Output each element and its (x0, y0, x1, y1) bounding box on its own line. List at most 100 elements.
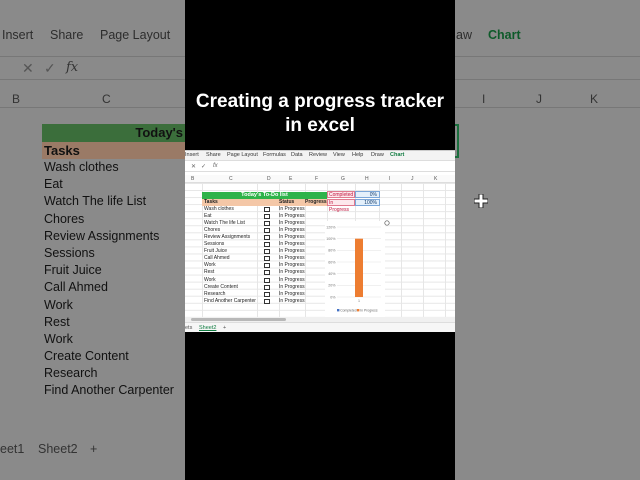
task-status[interactable]: In Progress (279, 241, 305, 248)
list-item[interactable]: Chores (44, 212, 174, 229)
column-b[interactable]: B (191, 176, 194, 182)
tab-sheet2[interactable]: Sheet2 (199, 325, 216, 331)
ribbon-draw-partial[interactable]: aw (456, 28, 472, 42)
fx-icon[interactable]: fx (213, 163, 218, 169)
menu-draw[interactable]: Draw (371, 152, 384, 158)
column-h[interactable]: H (365, 176, 369, 182)
task-checkbox[interactable] (264, 221, 270, 227)
todo-list-title[interactable]: Today's To-Do list (202, 192, 327, 199)
list-item[interactable]: Find Another Carpenter (44, 383, 174, 400)
task-name[interactable]: Find Another Carpenter (204, 298, 256, 305)
list-item[interactable]: Work (44, 332, 174, 349)
task-status[interactable]: In Progress (279, 248, 305, 255)
column-j[interactable]: J (411, 176, 414, 182)
column-j[interactable]: J (536, 92, 542, 106)
task-checkbox[interactable] (264, 263, 270, 269)
task-status[interactable]: In Progress (279, 269, 305, 276)
task-status[interactable]: In Progress (279, 213, 305, 220)
task-status[interactable]: In Progress (279, 206, 305, 213)
task-status[interactable]: In Progress (279, 291, 305, 298)
progress-chart[interactable]: 0% 20% 40% 60% 80% 100% 120% 1 Completed In Progr… (325, 221, 385, 317)
task-checkbox[interactable] (264, 207, 270, 212)
column-i[interactable]: I (389, 176, 390, 182)
task-status[interactable]: In Progress (279, 220, 305, 227)
add-sheet-button[interactable]: + (90, 442, 97, 456)
task-name[interactable]: Eat (204, 213, 212, 220)
menu-page-layout[interactable]: Page Layout (227, 152, 258, 158)
list-item[interactable]: Review Assignments (44, 229, 174, 246)
stat-completed-label[interactable]: Completed (327, 191, 355, 198)
task-name[interactable]: Call Ahmed (204, 255, 230, 262)
column-k[interactable]: K (434, 176, 437, 182)
chart-handle-icon[interactable] (384, 220, 390, 226)
list-item[interactable]: Fruit Juice (44, 263, 174, 280)
task-name[interactable]: Research (204, 291, 225, 298)
task-name[interactable]: Sessions (204, 241, 224, 248)
menu-view[interactable]: View (333, 152, 345, 158)
task-name[interactable]: Create Content (204, 284, 238, 291)
ribbon-share[interactable]: Share (50, 28, 83, 42)
task-checkbox[interactable] (264, 235, 270, 241)
stat-completed-value[interactable]: 0% (355, 191, 380, 198)
task-name[interactable]: Watch The life List (204, 220, 245, 227)
task-name[interactable]: Work (204, 262, 216, 269)
header-status[interactable]: Status (279, 199, 294, 206)
ribbon-page-layout[interactable]: Page Layout (100, 28, 170, 42)
task-checkbox[interactable] (264, 284, 270, 290)
list-item[interactable]: Work (44, 298, 174, 315)
tab-sheet1[interactable]: ets (185, 325, 192, 331)
task-status[interactable]: In Progress (279, 284, 305, 291)
task-status[interactable]: In Progress (279, 262, 305, 269)
task-checkbox[interactable] (264, 270, 270, 276)
ribbon-chart[interactable]: Chart (488, 28, 521, 42)
list-item[interactable]: Wash clothes (44, 160, 174, 177)
ribbon-insert[interactable]: Insert (2, 28, 33, 42)
menu-chart[interactable]: Chart (390, 152, 404, 158)
column-e[interactable]: E (289, 176, 292, 182)
menu-review[interactable]: Review (309, 152, 327, 158)
task-name[interactable]: Rest (204, 269, 214, 276)
task-status[interactable]: In Progress (279, 227, 305, 234)
task-status[interactable]: In Progress (279, 298, 305, 305)
task-name[interactable]: Fruit Juice (204, 248, 227, 255)
check-icon[interactable]: ✓ (201, 163, 206, 170)
task-checkbox[interactable] (264, 249, 270, 255)
menu-data[interactable]: Data (291, 152, 303, 158)
tab-sheet1[interactable]: eet1 (0, 442, 24, 456)
column-k[interactable]: K (590, 92, 598, 106)
column-c[interactable]: C (229, 176, 233, 182)
header-tasks[interactable]: Tasks (204, 199, 218, 206)
menu-help[interactable]: Help (352, 152, 363, 158)
scrollbar-thumb[interactable] (191, 318, 286, 321)
stat-in-progress-value[interactable]: 100% (355, 199, 380, 206)
column-c[interactable]: C (102, 92, 111, 106)
column-g[interactable]: G (341, 176, 345, 182)
close-icon[interactable]: ✕ (191, 163, 196, 170)
tab-sheet2[interactable]: Sheet2 (38, 442, 78, 456)
close-icon[interactable]: ✕ (22, 60, 34, 77)
column-i[interactable]: I (482, 92, 485, 106)
menu-formulas[interactable]: Formulas (263, 152, 286, 158)
task-checkbox[interactable] (264, 298, 270, 304)
task-name[interactable]: Wash clothes (204, 206, 234, 213)
task-name[interactable]: Work (204, 277, 216, 284)
column-d[interactable]: D (267, 176, 271, 182)
list-item[interactable]: Create Content (44, 349, 174, 366)
list-item[interactable]: Call Ahmed (44, 280, 174, 297)
check-icon[interactable]: ✓ (44, 60, 56, 77)
column-b[interactable]: B (12, 92, 20, 106)
column-f[interactable]: F (315, 176, 318, 182)
stat-in-progress-label[interactable]: In Progress (327, 199, 355, 213)
task-name[interactable]: Review Assignments (204, 234, 250, 241)
task-status[interactable]: In Progress (279, 234, 305, 241)
list-item[interactable]: Eat (44, 177, 174, 194)
list-item[interactable]: Sessions (44, 246, 174, 263)
task-checkbox[interactable] (264, 228, 270, 234)
task-status[interactable]: In Progress (279, 277, 305, 284)
list-item[interactable]: Research (44, 366, 174, 383)
task-checkbox[interactable] (264, 291, 270, 297)
header-progress[interactable]: Progress (305, 199, 327, 206)
list-item[interactable]: Rest (44, 315, 174, 332)
task-checkbox[interactable] (264, 242, 270, 248)
task-name[interactable]: Chores (204, 227, 220, 234)
